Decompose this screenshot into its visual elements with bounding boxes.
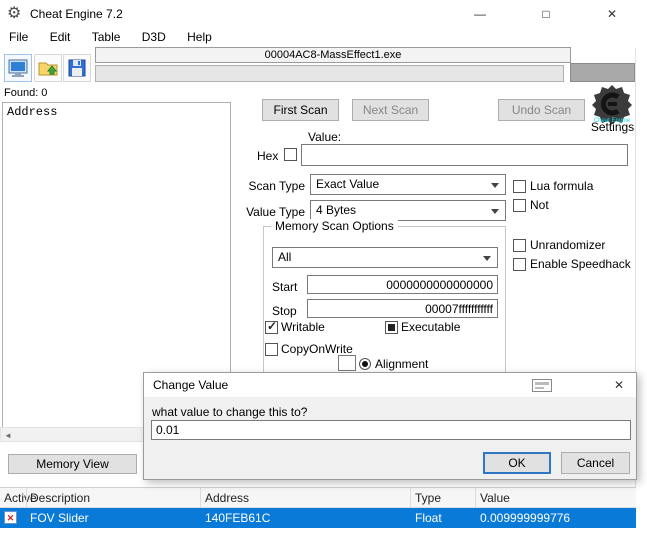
- enable-speedhack-checkbox[interactable]: [513, 258, 526, 271]
- unrandomizer-label: Unrandomizer: [530, 238, 605, 252]
- alignment-label: Alignment: [375, 357, 428, 371]
- executable-label: Executable: [401, 320, 460, 334]
- change-value-dialog: Change Value ✕ what value to change this…: [143, 372, 637, 480]
- scan-type-label: Scan Type: [230, 179, 305, 193]
- menu-table[interactable]: Table: [83, 28, 130, 46]
- copyonwrite-checkbox[interactable]: [265, 343, 278, 356]
- scan-progress-bar: [95, 65, 564, 82]
- memory-region-dropdown[interactable]: All: [272, 247, 498, 268]
- writable-label: Writable: [281, 320, 325, 334]
- open-folder-icon: [37, 57, 59, 79]
- header-address[interactable]: Address: [205, 488, 249, 508]
- menu-file[interactable]: File: [0, 28, 37, 46]
- chevron-down-icon: [483, 256, 491, 261]
- enable-speedhack-label: Enable Speedhack: [530, 257, 631, 271]
- value-type-value: 4 Bytes: [316, 203, 356, 217]
- column-divider: [26, 488, 27, 508]
- minimize-button[interactable]: —: [465, 2, 495, 26]
- dialog-title: Change Value: [153, 378, 228, 392]
- copyonwrite-label: CopyOnWrite: [281, 342, 353, 356]
- next-scan-button[interactable]: Next Scan: [352, 99, 429, 121]
- not-checkbox[interactable]: [513, 199, 526, 212]
- chevron-down-icon: [491, 209, 499, 214]
- address-column-header: Address: [3, 103, 230, 121]
- cancel-button[interactable]: Cancel: [561, 452, 630, 474]
- app-gear-icon: ⚙: [7, 3, 21, 23]
- cheat-engine-logo[interactable]: Cheat Engine: [588, 84, 636, 124]
- scroll-left-icon[interactable]: ◄: [1, 429, 15, 441]
- executable-checkbox[interactable]: [385, 321, 398, 334]
- row-description: FOV Slider: [30, 508, 89, 528]
- header-description[interactable]: Description: [30, 488, 90, 508]
- floppy-disk-icon: [66, 57, 88, 79]
- menu-help[interactable]: Help: [178, 28, 221, 46]
- undo-scan-button[interactable]: Undo Scan: [498, 99, 585, 121]
- first-scan-button[interactable]: First Scan: [262, 99, 339, 121]
- value-type-label: Value Type: [230, 205, 305, 219]
- chevron-down-icon: [491, 183, 499, 188]
- memory-scan-options-legend: Memory Scan Options: [271, 219, 398, 233]
- maximize-button[interactable]: □: [531, 2, 561, 26]
- writable-checkbox[interactable]: [265, 321, 278, 334]
- scan-type-value: Exact Value: [316, 177, 379, 191]
- row-value: 0.009999999776: [480, 508, 570, 528]
- row-address: 140FEB61C: [205, 508, 270, 528]
- scan-type-dropdown[interactable]: Exact Value: [310, 174, 506, 195]
- toolbar-gray-panel: [570, 63, 635, 82]
- start-address-input[interactable]: [307, 275, 498, 294]
- menubar: File Edit Table D3D Help: [0, 28, 636, 48]
- alignment-value-input[interactable]: [338, 355, 356, 371]
- memory-view-button[interactable]: Memory View: [8, 454, 137, 474]
- dialog-prompt: what value to change this to?: [152, 405, 307, 419]
- value-type-dropdown[interactable]: 4 Bytes: [310, 200, 506, 221]
- cheat-engine-gear-icon: Cheat Engine: [588, 84, 636, 124]
- open-table-button[interactable]: [34, 54, 62, 82]
- cheat-table: Active Description Address Type Value ✕ …: [0, 487, 636, 557]
- column-divider: [410, 488, 411, 508]
- select-process-button[interactable]: [4, 54, 32, 82]
- change-value-input[interactable]: [151, 420, 631, 440]
- window-title: Cheat Engine 7.2: [30, 7, 123, 21]
- start-label: Start: [272, 280, 297, 294]
- column-divider: [200, 488, 201, 508]
- row-active-checkbox[interactable]: ✕: [4, 511, 17, 524]
- unrandomizer-checkbox[interactable]: [513, 239, 526, 252]
- dialog-titlebar: Change Value ✕: [144, 373, 636, 397]
- titlebar: ⚙ Cheat Engine 7.2 — □ ✕: [0, 0, 636, 28]
- table-row[interactable]: ✕ FOV Slider 140FEB61C Float 0.009999999…: [0, 508, 636, 528]
- lua-formula-checkbox[interactable]: [513, 180, 526, 193]
- header-type[interactable]: Type: [415, 488, 441, 508]
- save-table-button[interactable]: [63, 54, 91, 82]
- virtual-keyboard-icon[interactable]: [532, 379, 552, 395]
- attached-process-name: 00004AC8-MassEffect1.exe: [95, 47, 571, 63]
- hex-checkbox[interactable]: [284, 148, 297, 161]
- menu-edit[interactable]: Edit: [41, 28, 80, 46]
- settings-link[interactable]: Settings: [589, 120, 636, 134]
- row-type: Float: [415, 508, 442, 528]
- hex-label: Hex: [257, 149, 278, 163]
- not-label: Not: [530, 198, 549, 212]
- alignment-radio[interactable]: [359, 358, 371, 370]
- column-divider: [475, 488, 476, 508]
- stop-label: Stop: [272, 304, 297, 318]
- dialog-close-button[interactable]: ✕: [608, 376, 630, 394]
- close-button[interactable]: ✕: [597, 2, 627, 26]
- computer-icon: [7, 57, 29, 79]
- stop-address-input[interactable]: [307, 299, 498, 318]
- found-count-label: Found: 0: [4, 87, 47, 99]
- scan-value-input[interactable]: [301, 144, 628, 166]
- header-value[interactable]: Value: [480, 488, 510, 508]
- value-label: Value:: [308, 130, 341, 144]
- cheat-table-header: Active Description Address Type Value: [0, 488, 636, 508]
- menu-d3d[interactable]: D3D: [133, 28, 175, 46]
- lua-formula-label: Lua formula: [530, 179, 593, 193]
- ok-button[interactable]: OK: [483, 452, 551, 474]
- memory-region-value: All: [278, 250, 291, 264]
